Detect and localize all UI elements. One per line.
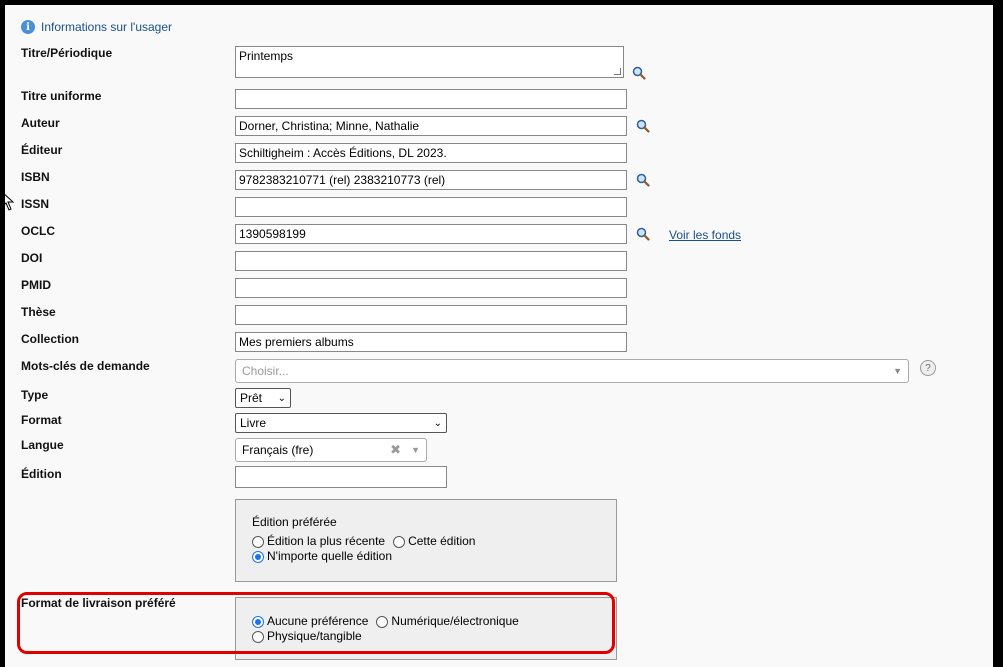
oclc-input[interactable]: 1390598199	[235, 224, 627, 244]
mots-cles-label: Mots-clés de demande	[21, 359, 150, 373]
info-row[interactable]: i Informations sur l'usager	[21, 20, 172, 34]
info-link[interactable]: Informations sur l'usager	[41, 20, 172, 34]
clear-icon[interactable]: ✖	[390, 442, 401, 458]
langue-value: Français (fre)	[242, 443, 314, 457]
edition-preferee-panel: Édition préférée Édition la plus récente…	[235, 499, 617, 582]
radio-button[interactable]	[393, 535, 406, 548]
titre-textarea[interactable]: Printemps	[235, 46, 624, 78]
auteur-input[interactable]: Dorner, Christina; Minne, Nathalie	[235, 116, 627, 136]
langue-combobox[interactable]: Français (fre) ✖ ▼	[235, 438, 427, 462]
issn-label: ISSN	[21, 197, 50, 211]
type-label: Type	[21, 388, 49, 402]
chevron-down-icon: ▼	[893, 366, 902, 376]
doi-label: DOI	[21, 251, 43, 265]
radio-nimporte-edition[interactable]: N'importe quelle édition	[252, 549, 392, 564]
request-form: i Informations sur l'usager Titre/Périod…	[5, 5, 993, 667]
editeur-label: Éditeur	[21, 143, 63, 157]
radio-button[interactable]	[252, 550, 264, 563]
format-select[interactable]: Livre ⌄	[235, 413, 447, 433]
edition-preferee-options: Édition la plus récente Cette édition N'…	[252, 534, 608, 564]
resize-grip-icon[interactable]	[614, 68, 621, 75]
these-input[interactable]	[235, 305, 627, 325]
edition-preferee-title: Édition préférée	[252, 515, 337, 529]
issn-input[interactable]	[235, 197, 627, 217]
langue-label: Langue	[21, 438, 64, 452]
format-label: Format	[21, 413, 62, 427]
mots-cles-combobox[interactable]: Choisir... ▼	[235, 359, 909, 383]
type-select[interactable]: Prêt ⌄	[235, 388, 291, 408]
titre-value: Printemps	[239, 49, 294, 63]
radio-label: N'importe quelle édition	[267, 549, 393, 563]
help-icon[interactable]: ?	[920, 360, 936, 376]
auteur-label: Auteur	[21, 116, 60, 130]
doi-input[interactable]	[235, 251, 627, 271]
radio-button[interactable]	[252, 535, 264, 548]
search-auteur-icon[interactable]	[636, 119, 650, 133]
chevron-down-icon: ⌄	[277, 392, 286, 404]
radio-edition-recente[interactable]: Édition la plus récente	[252, 534, 385, 549]
pmid-input[interactable]	[235, 278, 627, 298]
edition-label: Édition	[21, 467, 62, 481]
radio-label: Édition la plus récente	[267, 534, 386, 548]
info-icon: i	[21, 20, 35, 34]
mots-cles-placeholder: Choisir...	[242, 364, 289, 378]
titre-label: Titre/Périodique	[21, 46, 113, 60]
collection-label: Collection	[21, 332, 80, 346]
chevron-down-icon: ⌄	[433, 417, 442, 429]
these-label: Thèse	[21, 305, 56, 319]
search-isbn-icon[interactable]	[636, 173, 650, 187]
isbn-label: ISBN	[21, 170, 50, 184]
search-titre-icon[interactable]	[632, 66, 646, 80]
collection-input[interactable]: Mes premiers albums	[235, 332, 627, 352]
type-value: Prêt	[240, 391, 263, 405]
oclc-label: OCLC	[21, 224, 55, 238]
search-oclc-icon[interactable]	[636, 227, 650, 241]
pmid-label: PMID	[21, 278, 51, 292]
radio-cette-edition[interactable]: Cette édition	[393, 534, 475, 549]
titre-uniforme-label: Titre uniforme	[21, 89, 102, 103]
radio-label: Cette édition	[408, 534, 476, 548]
highlight-annotation	[17, 592, 615, 654]
editeur-input[interactable]: Schiltigheim : Accès Éditions, DL 2023.	[235, 143, 627, 163]
format-value: Livre	[240, 416, 267, 430]
voir-les-fonds-link[interactable]: Voir les fonds	[669, 228, 741, 242]
edition-input[interactable]	[235, 466, 447, 488]
chevron-down-icon: ▼	[411, 445, 420, 455]
mouse-pointer-icon	[5, 194, 15, 211]
titre-uniforme-input[interactable]	[235, 89, 627, 109]
isbn-input[interactable]: 9782383210771 (rel) 2383210773 (rel)	[235, 170, 627, 190]
